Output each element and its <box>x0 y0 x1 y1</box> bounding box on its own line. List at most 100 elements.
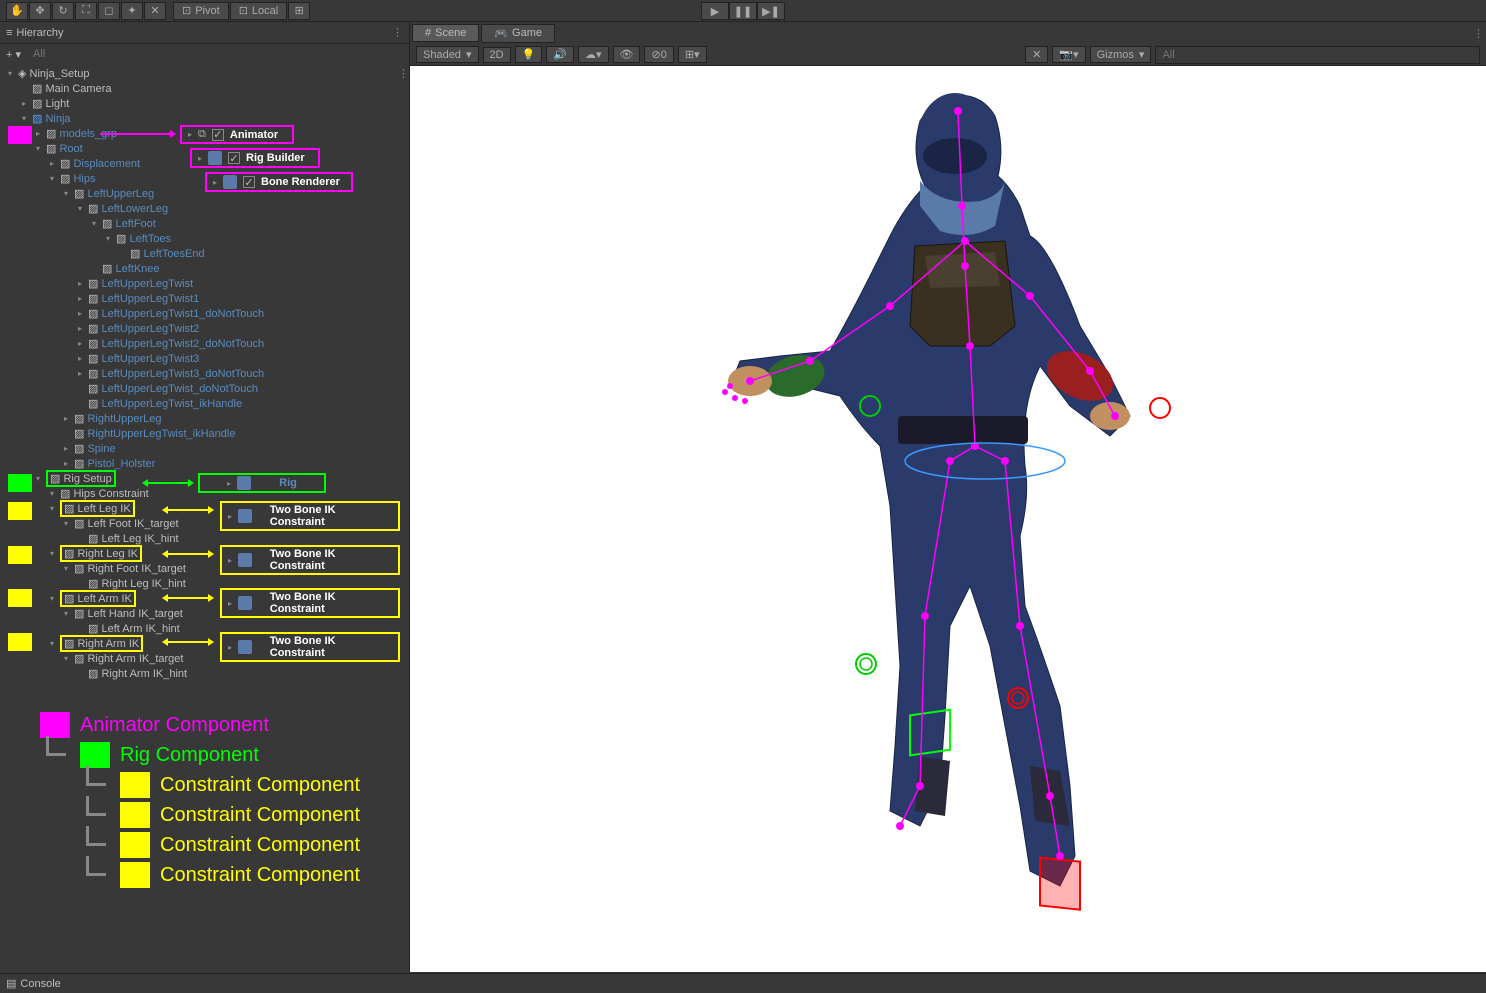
callout-bone-renderer: ▸✓Bone Renderer <box>205 172 353 192</box>
pivot-toggle-button[interactable]: ⊡Pivot <box>173 2 229 20</box>
tree-item[interactable]: ▸▨ Light <box>0 96 409 111</box>
marker-yellow-1 <box>8 502 32 520</box>
tree-item-ninja[interactable]: ▾▨ Ninja <box>0 111 409 126</box>
tree-item[interactable]: ▸▨ Spine <box>0 441 409 456</box>
callout-rig: ▸Rig <box>198 473 326 493</box>
tree-item[interactable]: ▸▨ Pistol_Holster <box>0 456 409 471</box>
gizmos-dropdown[interactable]: Gizmos ▾ <box>1090 46 1152 63</box>
pivot-icon: ⊡ <box>182 4 191 17</box>
cube-icon: ▨ <box>88 202 98 215</box>
console-label: Console <box>20 978 60 990</box>
cube-icon: ▨ <box>88 397 98 410</box>
audio-toggle-button[interactable]: 🔊 <box>546 46 574 63</box>
cube-icon: ▨ <box>46 142 56 155</box>
tree-item[interactable]: ▨ LeftKnee <box>0 261 409 276</box>
tree-item[interactable]: ▨ Right Arm IK_hint <box>0 666 409 681</box>
tree-item[interactable]: ▸▨ RightUpperLeg <box>0 411 409 426</box>
callout-ik-1: ▸Two Bone IK Constraint <box>220 501 400 531</box>
tree-item[interactable]: ▸▨ LeftUpperLegTwist2 <box>0 321 409 336</box>
tree-item[interactable]: ▾▨ LeftLowerLeg <box>0 201 409 216</box>
cube-icon: ▨ <box>74 562 84 575</box>
tools-button[interactable]: ✕ <box>1025 46 1048 63</box>
legend-rig-label: Rig Component <box>120 744 259 767</box>
ninja-character <box>550 66 1250 936</box>
legend-constraint-label: Constraint Component <box>160 864 360 887</box>
pause-button[interactable]: ❚❚ <box>729 2 757 20</box>
fx-toggle-button[interactable]: ☁▾ <box>578 46 609 63</box>
grid-toggle-button[interactable]: ⊞▾ <box>678 46 707 63</box>
tree-item[interactable]: ▸▨ LeftUpperLegTwist3 <box>0 351 409 366</box>
move-tool-button[interactable]: ✥ <box>29 2 51 20</box>
main-toolbar: ✋ ✥ ↻ ⛶ ◻ ✦ ✕ ⊡Pivot ⊡Local ⊞ ▶ ❚❚ ▶❚ <box>0 0 1486 22</box>
legend-animator-label: Animator Component <box>80 714 269 737</box>
scene-tab[interactable]: #Scene <box>412 24 479 42</box>
hierarchy-menu-button[interactable]: ⋮ <box>392 26 403 39</box>
cube-icon: ▨ <box>116 232 126 245</box>
tree-item[interactable]: ▸▨ LeftUpperLegTwist2_doNotTouch <box>0 336 409 351</box>
callout-ik-4: ▸Two Bone IK Constraint <box>220 632 400 662</box>
hierarchy-search-input[interactable] <box>27 46 403 62</box>
tree-item[interactable]: ▨ LeftUpperLegTwist_ikHandle <box>0 396 409 411</box>
tree-item[interactable]: ▸▨ LeftUpperLegTwist3_doNotTouch <box>0 366 409 381</box>
play-button[interactable]: ▶ <box>701 2 729 20</box>
tree-item[interactable]: ▨ LeftToesEnd <box>0 246 409 261</box>
hand-tool-button[interactable]: ✋ <box>6 2 28 20</box>
legend-connector <box>86 856 106 876</box>
scene-menu-button[interactable]: ⋮ <box>398 67 409 80</box>
arrow-yellow-2 <box>168 553 208 555</box>
camera-button[interactable]: 📷▾ <box>1052 46 1085 63</box>
transform-tool-button[interactable]: ✦ <box>121 2 143 20</box>
tree-item[interactable]: ▨ LeftUpperLegTwist_doNotTouch <box>0 381 409 396</box>
cube-icon: ▨ <box>88 367 98 380</box>
rotate-tool-button[interactable]: ↻ <box>52 2 74 20</box>
tree-item[interactable]: ▨ Main Camera <box>0 81 409 96</box>
mode-2d-button[interactable]: 2D <box>483 47 511 63</box>
scene-root-row[interactable]: ▾◈ Ninja_Setup⋮ <box>0 66 409 81</box>
hidden-toggle-button[interactable]: ⊘0 <box>644 46 673 63</box>
scene-viewport[interactable] <box>410 66 1486 972</box>
step-button[interactable]: ▶❚ <box>757 2 785 20</box>
cube-icon: ▨ <box>74 442 84 455</box>
scene-search-input[interactable] <box>1155 46 1480 64</box>
lighting-toggle-button[interactable]: 💡 <box>515 46 543 63</box>
cube-icon: ▨ <box>74 517 84 530</box>
scene-tabs-menu-button[interactable]: ⋮ <box>1473 27 1484 40</box>
snap-toggle-button[interactable]: ⊞ <box>288 2 310 20</box>
game-tab[interactable]: 🎮Game <box>481 24 555 43</box>
cube-icon: ▨ <box>88 292 98 305</box>
legend-connector <box>46 736 66 756</box>
cube-icon: ▨ <box>74 427 84 440</box>
arrow-yellow-4 <box>168 641 208 643</box>
tree-item[interactable]: ▨ Left Leg IK_hint <box>0 531 409 546</box>
cube-icon: ▨ <box>88 577 98 590</box>
tree-item[interactable]: ▾▨ LeftFoot <box>0 216 409 231</box>
cube-icon: ▨ <box>88 382 98 395</box>
cube-icon: ▨ <box>88 337 98 350</box>
rect-tool-button[interactable]: ◻ <box>98 2 120 20</box>
tree-item[interactable]: ▨ RightUpperLegTwist_ikHandle <box>0 426 409 441</box>
scale-tool-button[interactable]: ⛶ <box>75 2 97 20</box>
legend-marker-magenta <box>40 712 70 738</box>
tree-item[interactable]: ▾▨ LeftToes <box>0 231 409 246</box>
create-dropdown-button[interactable]: + ▾ <box>6 48 21 61</box>
cube-icon: ▨ <box>64 593 74 605</box>
scene-panel: #Scene 🎮Game ⋮ Shaded ▾ 2D 💡 🔊 ☁▾ 👁 ⊘0 ⊞… <box>410 22 1486 972</box>
console-icon: ▤ <box>6 977 16 990</box>
cube-icon: ▨ <box>88 667 98 680</box>
legend-constraint-label: Constraint Component <box>160 774 360 797</box>
marker-yellow-4 <box>8 633 32 651</box>
console-bar[interactable]: ▤ Console <box>0 973 1486 993</box>
cube-icon: ▨ <box>74 652 84 665</box>
visibility-toggle-button[interactable]: 👁 <box>613 46 641 63</box>
cube-icon: ▨ <box>46 127 56 140</box>
custom-tool-button[interactable]: ✕ <box>144 2 166 20</box>
local-icon: ⊡ <box>239 4 248 17</box>
shading-dropdown[interactable]: Shaded ▾ <box>416 46 479 63</box>
arrow-green <box>148 482 188 484</box>
tree-item[interactable]: ▸▨ LeftUpperLegTwist <box>0 276 409 291</box>
cube-icon: ▨ <box>88 277 98 290</box>
tree-item[interactable]: ▸▨ LeftUpperLegTwist1 <box>0 291 409 306</box>
local-toggle-button[interactable]: ⊡Local <box>230 2 288 20</box>
legend-constraint-label: Constraint Component <box>160 804 360 827</box>
tree-item[interactable]: ▸▨ LeftUpperLegTwist1_doNotTouch <box>0 306 409 321</box>
